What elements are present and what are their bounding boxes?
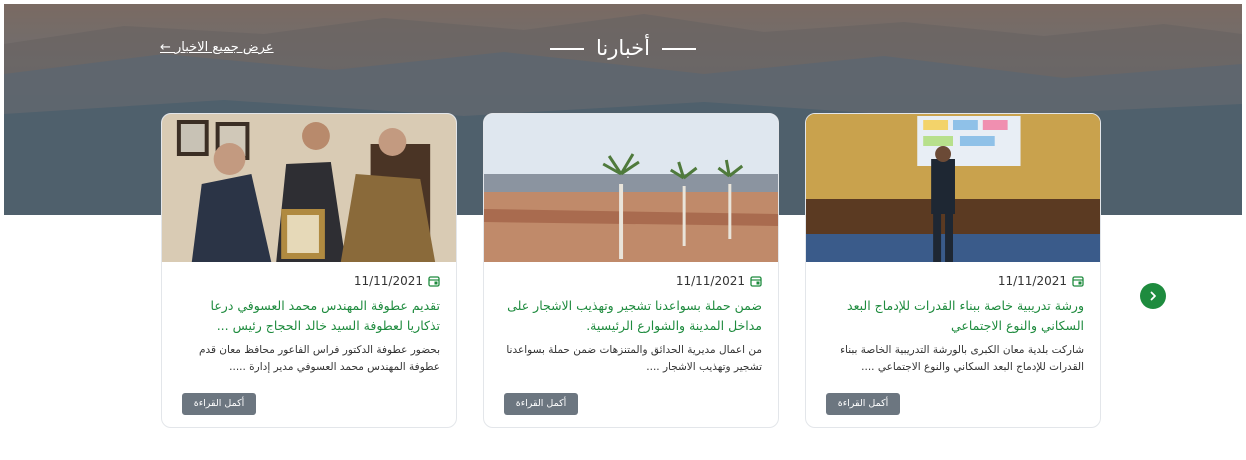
news-date: 11/11/2021 — [354, 274, 440, 288]
read-more-button[interactable]: أكمل القراءة — [182, 393, 256, 415]
news-title[interactable]: تقديم عطوفة المهندس محمد العسوفي درعا تذ… — [178, 296, 440, 336]
title-divider-right — [661, 48, 696, 50]
carousel-next-button[interactable] — [1140, 283, 1166, 309]
calendar-icon — [750, 276, 762, 287]
news-card-1[interactable]: 11/11/2021 ورشة تدريبية خاصة ببناء القدر… — [805, 113, 1101, 428]
title-divider-left — [550, 48, 585, 50]
calendar-icon — [428, 276, 440, 287]
news-card-image[interactable] — [162, 114, 456, 262]
calendar-icon — [1072, 276, 1084, 287]
news-card-image[interactable] — [484, 114, 778, 262]
section-title-text: أخبارنا — [596, 36, 650, 60]
view-all-news-link[interactable]: عرض جميع الاخبار ← — [160, 40, 274, 55]
news-excerpt: بحضور عطوفة الدكتور فراس الفاعور محافظ م… — [198, 344, 440, 373]
read-more-button[interactable]: أكمل القراءة — [826, 393, 900, 415]
news-card-3[interactable]: 11/11/2021 تقديم عطوفة المهندس محمد العس… — [161, 113, 457, 428]
news-date-text: 11/11/2021 — [675, 274, 745, 288]
news-card-2[interactable]: 11/11/2021 ضمن حملة بسواعدنا تشجير وتهذي… — [483, 113, 779, 428]
news-excerpt: من اعمال مديرية الحدائق والمتنزهات ضمن ح… — [506, 344, 762, 373]
news-date-text: 11/11/2021 — [353, 274, 423, 288]
news-card-image[interactable] — [806, 114, 1100, 262]
news-excerpt: شاركت بلدية معان الكبرى بالورشة التدريبي… — [840, 344, 1084, 373]
read-more-button[interactable]: أكمل القراءة — [504, 393, 578, 415]
news-date: 11/11/2021 — [676, 274, 762, 288]
chevron-right-icon — [1150, 291, 1156, 301]
news-title[interactable]: ورشة تدريبية خاصة ببناء القدرات للإدماج … — [822, 296, 1084, 336]
news-date: 11/11/2021 — [998, 274, 1084, 288]
news-date-text: 11/11/2021 — [997, 274, 1067, 288]
news-title[interactable]: ضمن حملة بسواعدنا تشجير وتهذيب الاشجار ع… — [500, 296, 762, 336]
